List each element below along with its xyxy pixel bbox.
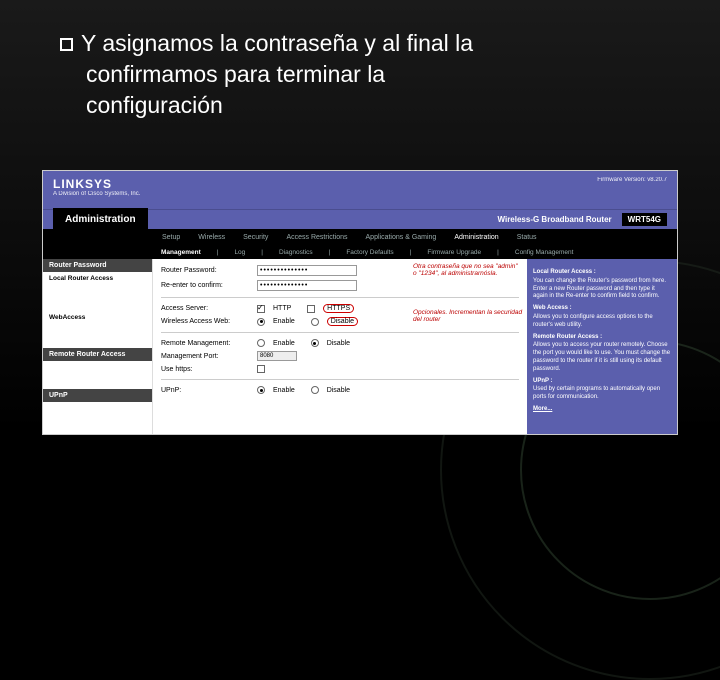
tab-apps-gaming[interactable]: Applications & Gaming: [357, 234, 446, 241]
sidebar-remote-access: Remote Router Access: [43, 348, 152, 361]
text-http: HTTP: [273, 305, 291, 312]
text-disable-1: Disable: [327, 317, 358, 326]
sidebar-upnp: UPnP: [43, 389, 152, 402]
label-upnp: UPnP:: [161, 387, 251, 394]
logo: LINKSYS: [53, 177, 140, 191]
label-access-server: Access Server:: [161, 305, 251, 312]
sidebar-web-access: WebAccess: [43, 311, 152, 324]
label-reenter: Re-enter to confirm:: [161, 282, 251, 289]
note-optional: Opcionales. Incrementan la securidad del…: [413, 309, 523, 323]
text-disable-3: Disable: [327, 387, 350, 394]
help-more-link[interactable]: More...: [533, 406, 552, 412]
subtab-factory-defaults[interactable]: Factory Defaults: [338, 249, 401, 256]
subtab-config-management[interactable]: Config Management: [507, 249, 582, 256]
text-enable-3: Enable: [273, 387, 295, 394]
bullet-icon: [60, 38, 73, 51]
subtab-log[interactable]: Log: [226, 249, 253, 256]
help-h3: Remote Router Access :: [533, 334, 671, 342]
input-mgmt-port[interactable]: 8080: [257, 351, 297, 361]
slide-bullet: Y asignamos la contraseña y al final la …: [60, 28, 600, 121]
tab-access-restrictions[interactable]: Access Restrictions: [277, 234, 356, 241]
radio-wireless-disable[interactable]: [311, 318, 319, 326]
input-reenter[interactable]: ••••••••••••••: [257, 280, 357, 291]
help-t1: You can change the Router's password fro…: [533, 278, 666, 300]
router-nav: Setup Wireless Security Access Restricti…: [43, 229, 677, 245]
text-enable-1: Enable: [273, 318, 295, 325]
input-router-password[interactable]: ••••••••••••••: [257, 265, 357, 276]
router-header: LINKSYS A Division of Cisco Systems, Inc…: [43, 171, 677, 209]
router-subnav: Management| Log| Diagnostics| Factory De…: [43, 245, 677, 259]
subtab-management[interactable]: Management: [153, 249, 209, 256]
label-wireless-access: Wireless Access Web:: [161, 318, 251, 325]
sidebar-local-access: Local Router Access: [43, 272, 152, 285]
help-t4: Used by certain programs to automaticall…: [533, 386, 660, 400]
help-panel: Local Router Access : You can change the…: [527, 259, 677, 434]
subtab-diagnostics[interactable]: Diagnostics: [271, 249, 321, 256]
tab-security[interactable]: Security: [234, 234, 277, 241]
left-sidebar: Router Password Local Router Access WebA…: [43, 259, 153, 434]
label-remote-mgmt: Remote Management:: [161, 340, 251, 347]
label-use-https: Use https:: [161, 366, 251, 373]
checkbox-https[interactable]: [307, 305, 315, 313]
logo-subtitle: A Division of Cisco Systems, Inc.: [53, 191, 140, 197]
section-title: Administration: [53, 208, 148, 231]
checkbox-http[interactable]: [257, 305, 265, 313]
label-mgmt-port: Management Port:: [161, 353, 251, 360]
router-screenshot: LINKSYS A Division of Cisco Systems, Inc…: [42, 170, 678, 435]
text-disable-2: Disable: [327, 340, 350, 347]
label-router-password: Router Password:: [161, 267, 251, 274]
tab-setup[interactable]: Setup: [153, 234, 189, 241]
text-https: HTTPS: [323, 304, 354, 313]
bullet-line-1: Y asignamos la contraseña y al final la: [81, 30, 473, 56]
tab-status[interactable]: Status: [508, 234, 546, 241]
subtab-firmware-upgrade[interactable]: Firmware Upgrade: [419, 249, 489, 256]
radio-upnp-disable[interactable]: [311, 386, 319, 394]
help-t3: Allows you to access your router remotel…: [533, 342, 670, 371]
router-title-row: Administration Wireless-G Broadband Rout…: [43, 209, 677, 229]
help-t2: Allows you to configure access options t…: [533, 314, 653, 328]
tab-administration[interactable]: Administration: [445, 234, 507, 241]
model-badge: WRT54G: [622, 213, 667, 226]
product-name: Wireless-G Broadband Router: [497, 215, 611, 224]
help-h4: UPnP :: [533, 378, 671, 386]
radio-remote-enable[interactable]: [257, 339, 265, 347]
firmware-version: Firmware Version: v8.20.7: [597, 177, 667, 183]
help-h2: Web Access :: [533, 305, 671, 313]
help-h1: Local Router Access :: [533, 269, 671, 277]
center-panel: Router Password: •••••••••••••• Re-enter…: [153, 259, 527, 434]
bullet-line-3: configuración: [86, 90, 223, 121]
radio-remote-disable[interactable]: [311, 339, 319, 347]
text-enable-2: Enable: [273, 340, 295, 347]
radio-wireless-enable[interactable]: [257, 318, 265, 326]
note-password: Otra contraseña que no sea "admin" o "12…: [413, 263, 523, 277]
sidebar-router-password: Router Password: [43, 259, 152, 272]
checkbox-use-https[interactable]: [257, 365, 265, 373]
bullet-line-2: confirmamos para terminar la: [86, 59, 385, 90]
tab-wireless[interactable]: Wireless: [189, 234, 234, 241]
radio-upnp-enable[interactable]: [257, 386, 265, 394]
